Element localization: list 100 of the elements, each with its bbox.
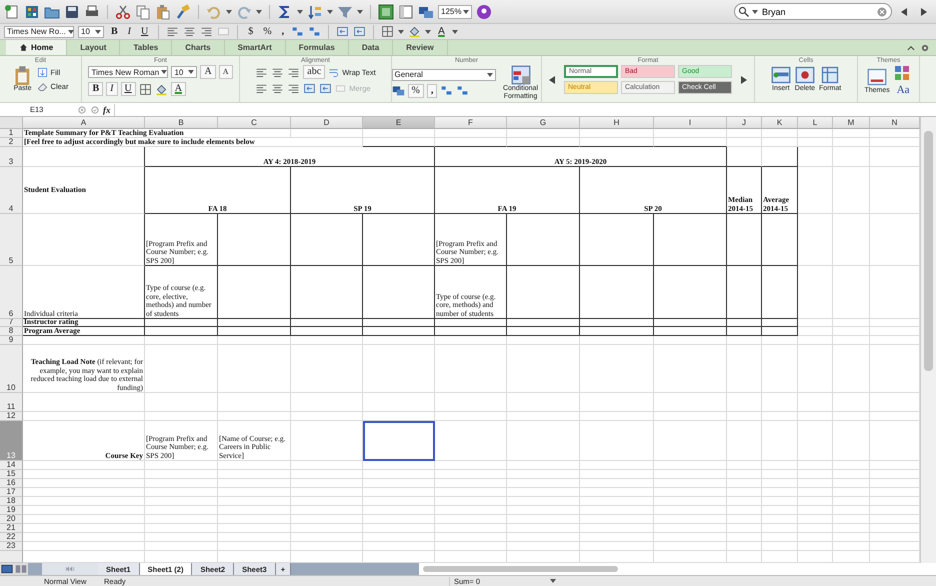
column-header[interactable]: J — [727, 117, 762, 129]
row-header[interactable]: 19 — [0, 506, 23, 515]
column-header[interactable]: H — [580, 117, 654, 129]
ribbon-tab[interactable]: Home — [6, 40, 68, 55]
font-field[interactable]: Times New Roman — [88, 66, 168, 78]
font-color-button[interactable]: A — [435, 26, 448, 37]
row-header[interactable]: 11 — [0, 393, 23, 412]
row-header[interactable]: 3 — [0, 147, 23, 167]
dropdown-caret-icon[interactable] — [486, 72, 492, 76]
dropdown-caret-icon[interactable] — [327, 10, 333, 14]
search-field[interactable]: Bryan — [734, 3, 892, 20]
dropdown-caret-icon[interactable] — [425, 30, 432, 34]
align-left-icon[interactable] — [166, 25, 180, 38]
row-header[interactable]: 21 — [0, 524, 23, 533]
row-header[interactable]: 15 — [0, 470, 23, 479]
row-header[interactable]: 22 — [0, 533, 23, 542]
dropdown-caret-icon[interactable] — [550, 579, 556, 583]
horizontal-scrollbar[interactable] — [419, 563, 936, 575]
ribbon-tab[interactable]: SmartArt — [224, 40, 286, 55]
save-icon[interactable] — [64, 4, 80, 20]
align-center-icon[interactable] — [183, 25, 196, 38]
theme-colors-icon[interactable] — [894, 65, 910, 81]
column-header[interactable]: I — [654, 117, 727, 129]
align-right-icon[interactable] — [287, 82, 300, 95]
underline-button[interactable]: U — [120, 82, 136, 96]
grow-font-button[interactable]: A — [200, 65, 216, 79]
shrink-font-button[interactable]: A — [218, 65, 232, 79]
align-right-icon[interactable] — [200, 25, 214, 38]
dropdown-caret-icon[interactable] — [463, 10, 470, 14]
column-header[interactable]: D — [291, 117, 363, 129]
dropdown-caret-icon[interactable] — [398, 30, 404, 34]
font-color-button[interactable]: A — [170, 82, 186, 96]
vertical-scrollbar[interactable] — [920, 117, 936, 563]
cut-icon[interactable] — [115, 4, 131, 20]
fill-color-icon[interactable] — [154, 82, 168, 96]
font-size-field[interactable]: 10 — [171, 66, 198, 78]
comma-button[interactable]: , — [426, 84, 438, 98]
ribbon-tab[interactable]: Layout — [67, 40, 120, 55]
row-header[interactable]: 9 — [0, 336, 23, 345]
column-header[interactable]: N — [870, 117, 920, 129]
bold-button[interactable]: B — [88, 82, 104, 96]
orientation-button[interactable]: abc — [303, 65, 326, 79]
fill-color-icon[interactable] — [408, 25, 422, 38]
row-header[interactable]: 8 — [0, 327, 23, 336]
column-header[interactable]: L — [798, 117, 833, 129]
row-header[interactable]: 10 — [0, 345, 23, 393]
copy-icon[interactable] — [135, 4, 151, 20]
column-header[interactable]: A — [23, 117, 145, 129]
row-header[interactable]: 6 — [0, 266, 23, 319]
row-header[interactable]: 5 — [0, 214, 23, 266]
sidebar-icon[interactable] — [398, 4, 414, 20]
dropdown-caret-icon[interactable] — [188, 70, 194, 74]
ribbon-tab[interactable]: Data — [348, 40, 394, 55]
column-header[interactable]: B — [145, 117, 218, 129]
row-header[interactable]: 18 — [0, 497, 23, 506]
number-format-field[interactable]: General — [392, 68, 496, 80]
search-input[interactable]: Bryan — [760, 6, 874, 18]
decrease-indent-icon[interactable] — [336, 25, 350, 38]
sort-icon[interactable] — [307, 4, 323, 20]
italic-button[interactable]: I — [124, 26, 134, 37]
row-header[interactable]: 14 — [0, 461, 23, 470]
row-header[interactable]: 17 — [0, 488, 23, 497]
dropdown-caret-icon[interactable] — [161, 70, 168, 74]
ribbon-tab[interactable]: Charts — [172, 40, 225, 55]
currency-button[interactable]: $ — [245, 26, 256, 37]
column-header[interactable]: E — [363, 117, 435, 129]
increase-indent-icon[interactable] — [353, 25, 366, 38]
dropdown-caret-icon[interactable] — [95, 30, 101, 34]
format-painter-icon[interactable] — [175, 4, 191, 20]
paste-icon[interactable] — [155, 4, 171, 20]
settings-icon[interactable] — [920, 42, 930, 52]
borders-icon[interactable] — [138, 82, 152, 96]
underline-button[interactable]: U — [138, 26, 152, 37]
row-header[interactable]: 23 — [0, 542, 23, 551]
ribbon-tab[interactable]: Review — [393, 40, 448, 55]
clear-icon[interactable] — [876, 6, 888, 18]
font-field[interactable]: Times New Ro... — [4, 26, 74, 38]
font-size-field[interactable]: 10 — [78, 26, 104, 38]
help-icon[interactable] — [476, 4, 492, 20]
cancel-icon[interactable] — [77, 104, 87, 114]
zoom-field[interactable]: 125% — [438, 4, 472, 18]
accept-icon[interactable] — [90, 104, 100, 114]
dropdown-caret-icon[interactable] — [226, 10, 232, 14]
dropdown-caret-icon[interactable] — [68, 30, 74, 34]
column-header[interactable]: F — [435, 117, 507, 129]
gallery-icon[interactable] — [24, 4, 40, 20]
dropdown-caret-icon[interactable] — [752, 10, 758, 14]
percent-button[interactable]: % — [408, 84, 424, 98]
bold-button[interactable]: B — [108, 26, 121, 37]
column-header[interactable]: C — [218, 117, 291, 129]
dropdown-caret-icon[interactable] — [297, 10, 303, 14]
new-document-icon[interactable] — [4, 4, 20, 20]
function-button[interactable]: fx — [103, 104, 110, 114]
normal-view-icon[interactable] — [0, 563, 14, 575]
column-header[interactable]: G — [507, 117, 580, 129]
borders-icon[interactable] — [381, 25, 394, 38]
row-header[interactable]: 20 — [0, 515, 23, 524]
italic-button[interactable]: I — [106, 82, 118, 96]
dropdown-caret-icon[interactable] — [452, 30, 458, 34]
row-header[interactable]: 2 — [0, 138, 23, 147]
